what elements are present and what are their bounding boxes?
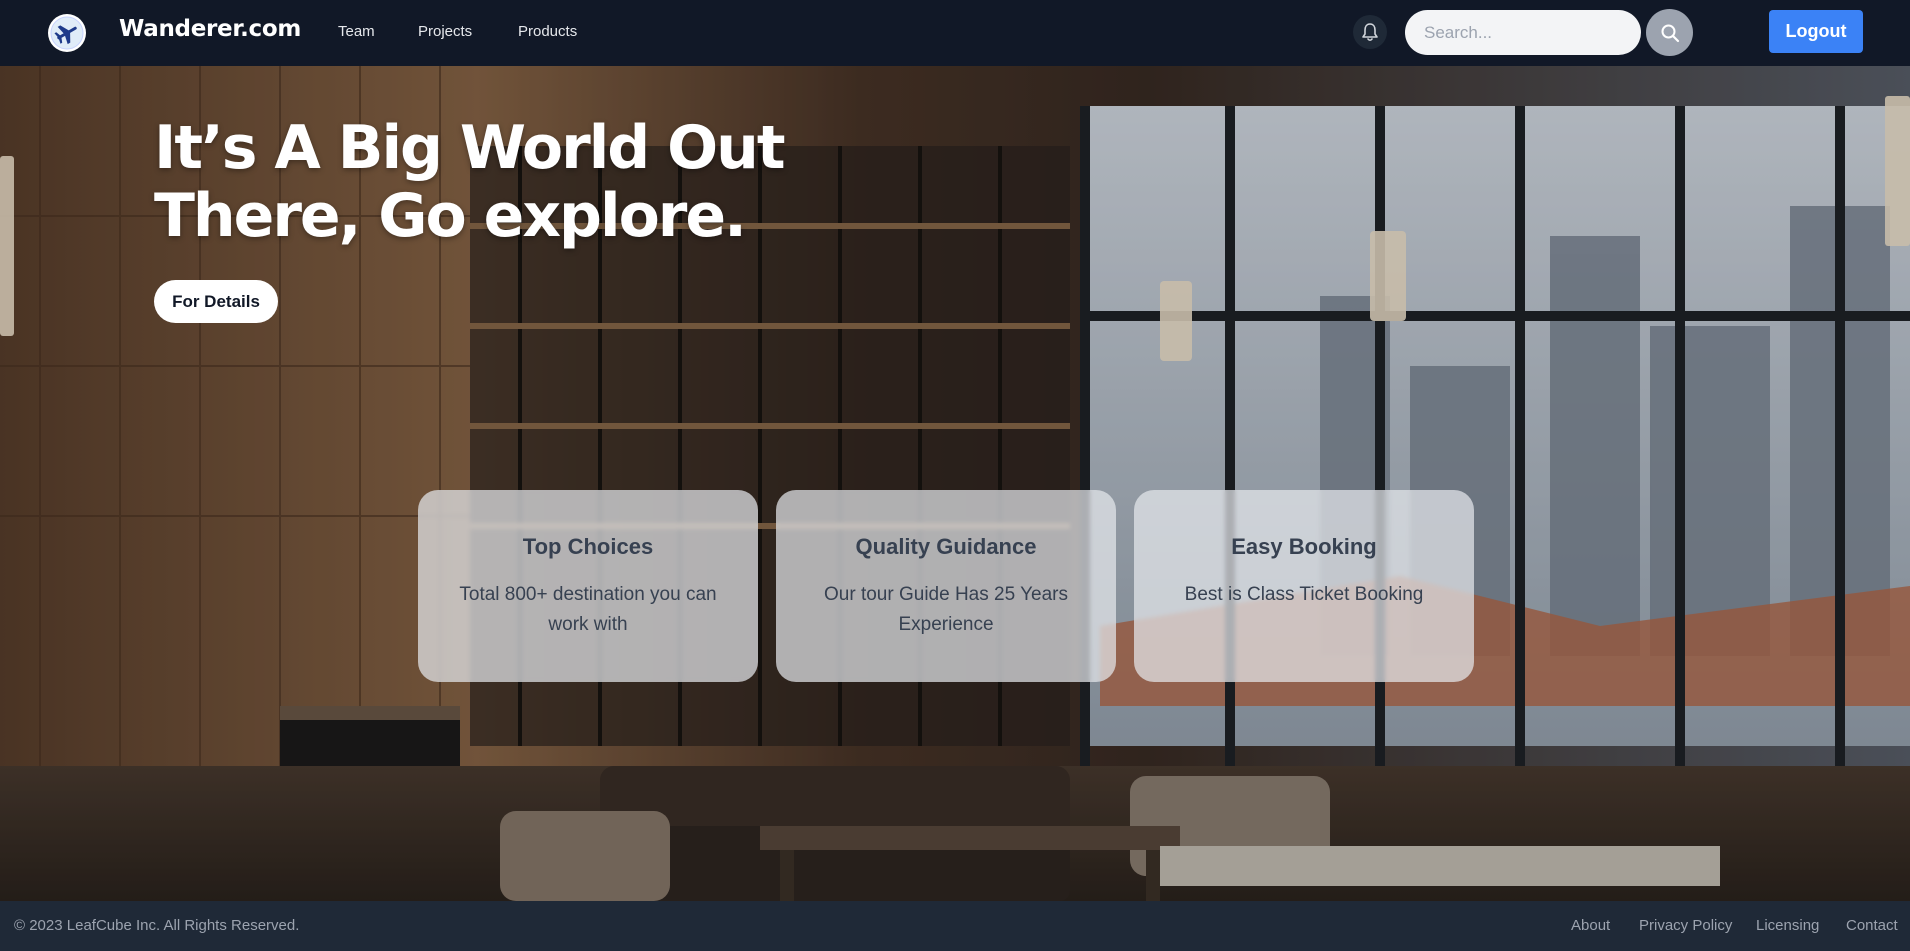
card-title: Easy Booking xyxy=(1231,534,1377,559)
bell-icon[interactable] xyxy=(1353,15,1387,49)
footer: © 2023 LeafCube Inc. All Rights Reserved… xyxy=(0,901,1910,951)
search-input[interactable] xyxy=(1405,10,1641,55)
search-icon[interactable] xyxy=(1646,9,1693,56)
feature-card-quality-guidance: Quality Guidance Our tour Guide Has 25 Y… xyxy=(776,490,1116,682)
for-details-button[interactable]: For Details xyxy=(154,280,278,323)
hero-section: It’s A Big World Out There, Go explore. … xyxy=(0,66,1910,901)
footer-link-privacy-policy[interactable]: Privacy Policy xyxy=(1639,917,1732,934)
nav-link-team[interactable]: Team xyxy=(338,23,375,40)
logout-button[interactable]: Logout xyxy=(1769,10,1863,53)
feature-card-easy-booking: Easy Booking Best is Class Ticket Bookin… xyxy=(1134,490,1474,682)
nav-link-products[interactable]: Products xyxy=(518,23,577,40)
hero-title: It’s A Big World Out There, Go explore. xyxy=(154,114,854,250)
footer-link-licensing[interactable]: Licensing xyxy=(1756,917,1819,934)
card-title: Top Choices xyxy=(522,534,654,559)
brand-name[interactable]: Wanderer.com xyxy=(119,16,301,42)
footer-link-contact[interactable]: Contact xyxy=(1846,917,1898,934)
card-text: Total 800+ destination you can work with xyxy=(459,584,717,635)
navbar: Wanderer.com Team Projects Products Logo… xyxy=(0,0,1910,66)
airplane-icon[interactable] xyxy=(48,14,86,52)
card-text: Our tour Guide Has 25 Years Experience xyxy=(824,584,1068,635)
card-title: Quality Guidance xyxy=(855,534,1037,559)
card-text: Best is Class Ticket Booking xyxy=(1184,584,1424,605)
copyright-text: © 2023 LeafCube Inc. All Rights Reserved… xyxy=(14,917,300,934)
nav-link-projects[interactable]: Projects xyxy=(418,23,472,40)
hero-title-line2: There, Go explore. xyxy=(154,181,747,251)
feature-card-top-choices: Top Choices Total 800+ destination you c… xyxy=(418,490,758,682)
footer-link-about[interactable]: About xyxy=(1571,917,1610,934)
hero-title-line1: It’s A Big World Out xyxy=(154,113,786,183)
